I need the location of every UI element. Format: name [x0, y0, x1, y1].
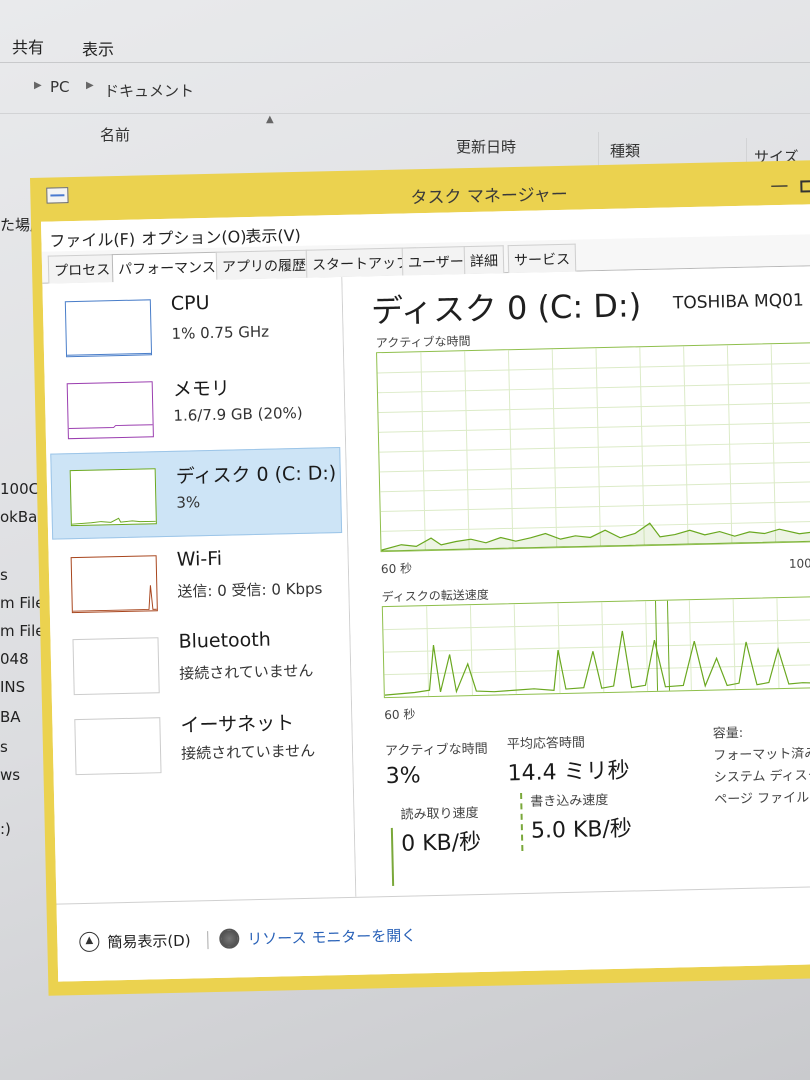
nav-pane-item[interactable]: s [0, 566, 8, 584]
capacity-label: 容量: [712, 725, 744, 742]
active-time-label: アクティブな時間 [384, 741, 488, 760]
detail-title: ディスク 0 (C: D:) [370, 286, 642, 331]
ethernet-thumbnail-graph [74, 717, 162, 776]
disk-model: TOSHIBA MQ01 [672, 290, 804, 314]
task-manager-app-icon[interactable] [46, 187, 69, 204]
memory-thumbnail-graph [66, 381, 154, 440]
read-speed-label: 読み取り速度 [400, 805, 479, 823]
task-manager-body: ファイル(F) オプション(O) 表示(V) プロセス パフォーマンス アプリの… [40, 203, 810, 982]
read-speed-value: 0 KB/秒 [400, 829, 482, 857]
resource-item-bluetooth[interactable]: Bluetooth 接続されていません [54, 617, 346, 710]
resource-item-wifi[interactable]: Wi-Fi 送信: 0 受信: 0 Kbps [52, 535, 344, 628]
nav-pane-item[interactable]: INS [0, 678, 25, 696]
fewer-details-button[interactable]: 簡易表示(D) [107, 930, 191, 953]
resource-subtitle: 1% 0.75 GHz [171, 322, 270, 343]
resource-list: CPU 1% 0.75 GHz メモリ 1.6/7.9 GB (20%) ディス… [42, 276, 357, 904]
menu-options[interactable]: オプション(O) [141, 223, 247, 249]
active-time-value: 3% [385, 763, 421, 790]
nav-pane-item[interactable]: okBa [0, 508, 37, 526]
tab-users[interactable]: ユーザー [401, 246, 471, 276]
active-time-graph-label: アクティブな時間 [375, 334, 471, 351]
nav-pane-item[interactable]: m File [0, 622, 44, 640]
resource-item-disk[interactable]: ディスク 0 (C: D:) 3% [50, 447, 343, 540]
avg-response-label: 平均応答時間 [506, 735, 586, 753]
read-speed-indicator [390, 827, 395, 886]
resource-title: イーサネット [180, 712, 295, 737]
column-header-type[interactable]: 種類 [610, 140, 640, 161]
resource-title: ディスク 0 (C: D:) [175, 462, 337, 488]
chevron-up-icon[interactable]: ▲ [79, 931, 100, 953]
transfer-graph-label: ディスクの転送速度 [381, 587, 489, 605]
resource-item-ethernet[interactable]: イーサネット 接続されていません [56, 697, 348, 790]
resource-title: Wi-Fi [176, 547, 223, 571]
resource-title: CPU [170, 291, 210, 315]
menu-view[interactable]: 表示(V) [245, 222, 301, 247]
chevron-right-icon: ▶ [86, 80, 94, 91]
active-time-graph-duration: 60 秒 [380, 561, 413, 577]
transfer-graph-duration: 60 秒 [384, 707, 416, 723]
nav-pane-item[interactable]: m File [0, 594, 44, 612]
cpu-thumbnail-graph [64, 299, 153, 358]
resource-subtitle: 3% [176, 493, 201, 512]
resource-subtitle: 接続されていません [180, 741, 316, 763]
tab-startup[interactable]: スタートアップ [305, 247, 417, 278]
bluetooth-thumbnail-graph [72, 637, 160, 696]
nav-pane-item[interactable]: 048 [0, 650, 29, 668]
tab-performance[interactable]: パフォーマンス [111, 251, 223, 284]
column-header-modified[interactable]: 更新日時 [456, 136, 516, 157]
system-disk-label: システム ディスク: [713, 768, 810, 786]
breadcrumb-pc[interactable]: PC [50, 78, 70, 96]
avg-response-value: 14.4 ミリ秒 [507, 758, 630, 787]
resource-monitor-icon[interactable] [219, 928, 240, 949]
footer-bar: ▲ 簡易表示(D) リソース モニターを開く [56, 885, 810, 982]
maximize-icon[interactable] [800, 180, 810, 193]
column-divider[interactable] [598, 132, 599, 166]
page-file-label: ページ ファイル: [714, 790, 810, 808]
tab-processes[interactable]: プロセス [47, 254, 117, 284]
resource-item-cpu[interactable]: CPU 1% 0.75 GHz [46, 279, 338, 372]
disk-thumbnail-graph [69, 468, 157, 527]
resource-subtitle: 1.6/7.9 GB (20%) [173, 403, 303, 425]
ribbon-tab-view[interactable]: 表示 [82, 36, 114, 60]
chevron-right-icon: ▶ [34, 80, 42, 91]
column-header-name[interactable]: 名前 [100, 124, 130, 145]
ribbon-tab-share[interactable]: 共有 [12, 34, 44, 58]
formatted-label: フォーマット済み: [713, 746, 810, 764]
footer-divider [207, 931, 209, 950]
open-resource-monitor-link[interactable]: リソース モニターを開く [247, 924, 416, 949]
menu-file[interactable]: ファイル(F) [49, 226, 135, 252]
active-time-graph [376, 342, 810, 553]
nav-pane-item[interactable]: BA [0, 708, 21, 726]
resource-subtitle: 接続されていません [179, 661, 314, 683]
resource-title: Bluetooth [178, 628, 272, 653]
tab-details[interactable]: 詳細 [463, 245, 505, 275]
wifi-thumbnail-graph [70, 555, 158, 614]
tab-services[interactable]: サービス [507, 243, 577, 274]
nav-pane-item[interactable]: s [0, 738, 8, 756]
task-manager-window: タスク マネージャー — ファイル(F) オプション(O) 表示(V) プロセス… [30, 159, 810, 996]
disk-detail-pane: ディスク 0 (C: D:) TOSHIBA MQ01 アクティブな時間 60 … [342, 265, 810, 897]
resource-item-memory[interactable]: メモリ 1.6/7.9 GB (20%) [48, 361, 340, 454]
write-speed-value: 5.0 KB/秒 [530, 816, 633, 844]
write-speed-indicator [520, 792, 524, 852]
resource-title: メモリ [172, 377, 231, 401]
transfer-rate-graph [381, 596, 810, 699]
breadcrumb-documents[interactable]: ドキュメント [104, 80, 194, 101]
window-title: タスク マネージャー [410, 184, 568, 209]
graph-max-label: 100 [788, 556, 810, 571]
nav-pane-item[interactable]: :) [0, 820, 11, 838]
resource-subtitle: 送信: 0 受信: 0 Kbps [177, 579, 323, 601]
write-speed-label: 書き込み速度 [530, 793, 609, 810]
minimize-icon[interactable]: — [770, 175, 788, 196]
nav-pane-item[interactable]: 100C [0, 480, 39, 498]
sort-up-icon: ▲ [266, 114, 274, 125]
nav-pane-item[interactable]: ws [0, 766, 20, 784]
tab-app-history[interactable]: アプリの履歴 [215, 249, 313, 280]
